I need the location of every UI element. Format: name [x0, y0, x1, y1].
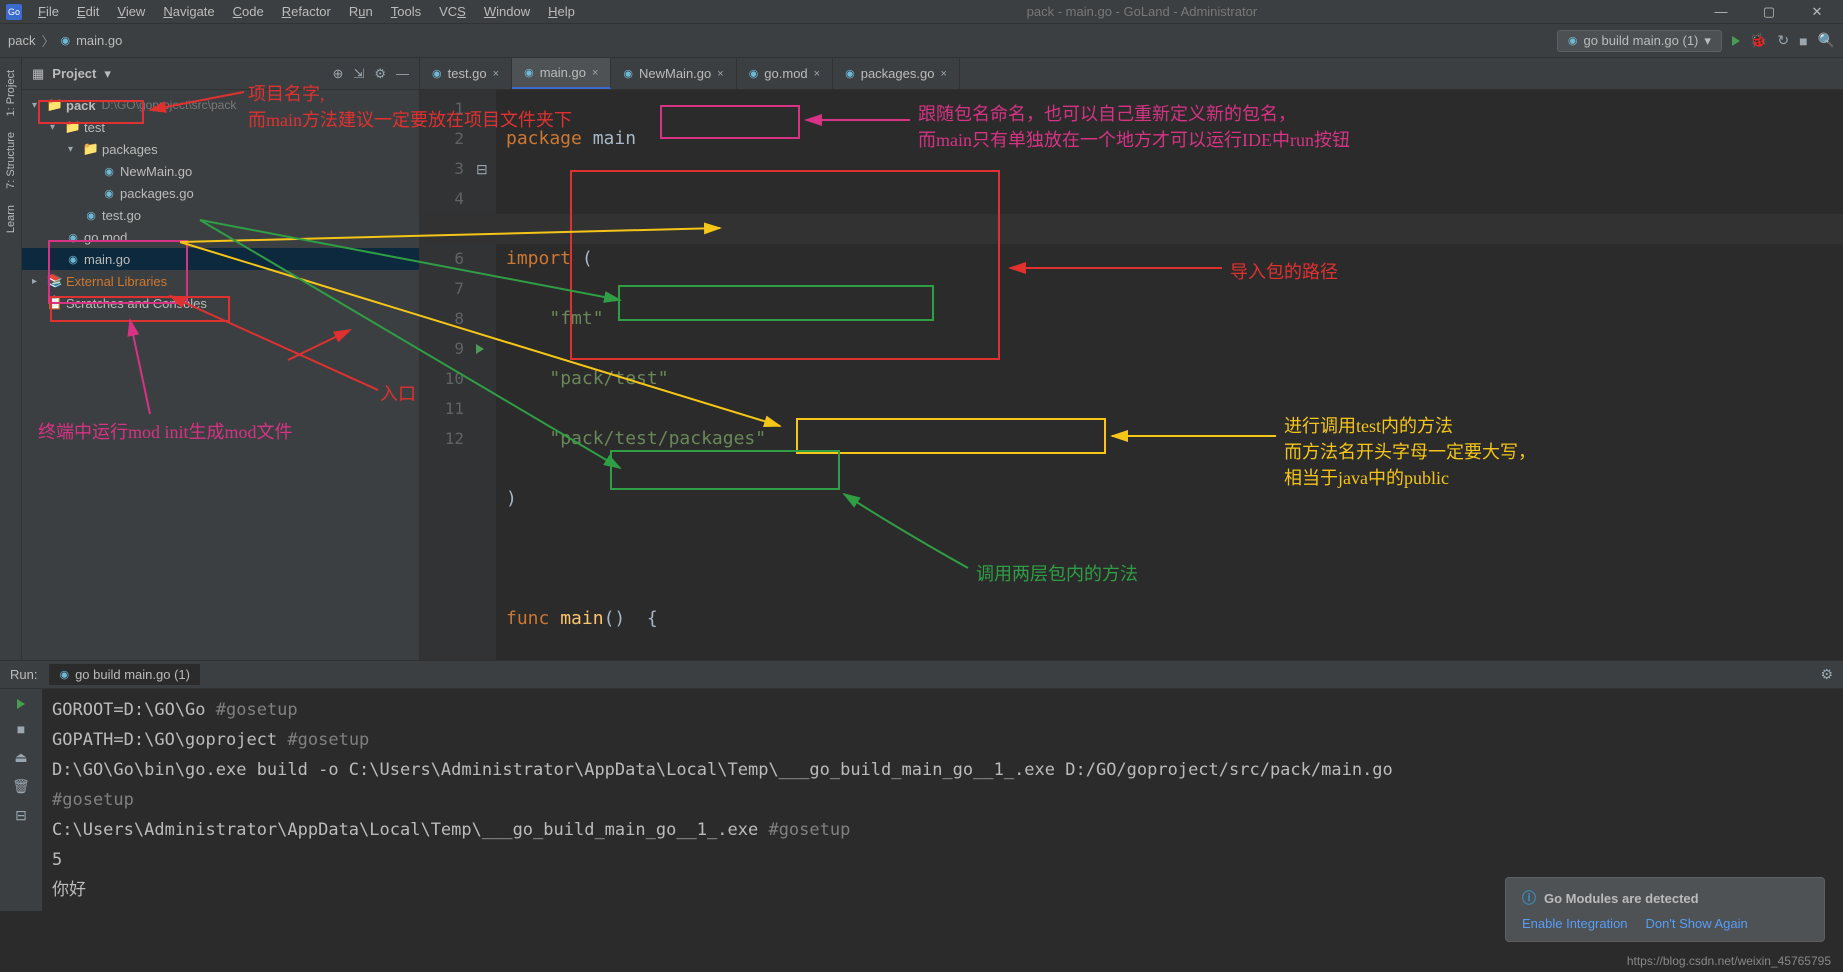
- menu-view[interactable]: View: [109, 2, 153, 21]
- close-icon[interactable]: ×: [592, 67, 598, 79]
- close-icon[interactable]: ×: [814, 68, 820, 80]
- rail-learn[interactable]: Learn: [5, 197, 17, 241]
- notification-popup: ⓘ Go Modules are detected Enable Integrat…: [1505, 877, 1825, 942]
- menu-vcs[interactable]: VCS: [431, 2, 474, 21]
- tab-maingo[interactable]: ◉main.go×: [512, 58, 611, 89]
- tree-folder-test[interactable]: ▾📁 test: [22, 116, 419, 138]
- tree-file-testgo[interactable]: ◉ test.go: [22, 204, 419, 226]
- expand-all-icon[interactable]: ⇲: [353, 66, 364, 82]
- run-button[interactable]: [1732, 36, 1740, 46]
- info-icon: ⓘ: [1522, 888, 1536, 908]
- menu-file[interactable]: File: [30, 2, 67, 21]
- rail-structure[interactable]: 7: Structure: [5, 124, 17, 197]
- menu-run[interactable]: Run: [341, 2, 381, 21]
- run-config-selector[interactable]: ◉ go build main.go (1) ▾: [1557, 30, 1722, 52]
- settings-gear-icon[interactable]: ⚙: [1820, 666, 1833, 682]
- breadcrumb: pack 〉 ◉ main.go: [8, 31, 122, 50]
- window-controls: — ▢ ✕: [1701, 4, 1837, 20]
- breadcrumb-file[interactable]: main.go: [76, 33, 122, 48]
- tree-scratches[interactable]: 📋 Scratches and Consoles: [22, 292, 419, 314]
- tab-newmaingo[interactable]: ◉NewMain.go×: [611, 58, 736, 89]
- layout-button[interactable]: ⊟: [15, 807, 27, 824]
- menu-navigate[interactable]: Navigate: [155, 2, 222, 21]
- run-side-toolbar: ■ ⏏ 🗑 ⊟: [0, 689, 42, 911]
- window-title: pack - main.go - GoLand - Administrator: [585, 4, 1699, 19]
- exit-button[interactable]: ⏏: [14, 749, 27, 766]
- rail-project[interactable]: 1: Project: [5, 62, 17, 124]
- go-file-icon: ◉: [1568, 34, 1578, 47]
- close-icon[interactable]: ×: [940, 68, 946, 80]
- titlebar: Go File Edit View Navigate Code Refactor…: [0, 0, 1843, 24]
- tree-file-packagesgo[interactable]: ◉ packages.go: [22, 182, 419, 204]
- left-tool-rail: 1: Project 7: Structure Learn: [0, 58, 22, 660]
- close-icon[interactable]: ×: [493, 68, 499, 80]
- search-button[interactable]: 🔍: [1818, 32, 1835, 49]
- close-icon[interactable]: ×: [717, 68, 723, 80]
- line-gutter: 123 456 789 101112: [420, 90, 476, 660]
- run-config-label: go build main.go (1): [1583, 33, 1698, 48]
- tree-folder-packages[interactable]: ▾📁 packages: [22, 138, 419, 160]
- gutter-marks: ⊟: [476, 90, 496, 660]
- breadcrumb-sep-icon: 〉: [41, 31, 54, 50]
- menu-code[interactable]: Code: [225, 2, 272, 21]
- settings-gear-icon[interactable]: ⚙: [374, 66, 386, 82]
- menu-tools[interactable]: Tools: [383, 2, 429, 21]
- chevron-down-icon[interactable]: ▾: [104, 66, 111, 82]
- go-file-icon: ◉: [60, 34, 70, 47]
- menu-refactor[interactable]: Refactor: [274, 2, 339, 21]
- code-editor[interactable]: 123 456 789 101112 ⊟ package main import…: [420, 90, 1843, 660]
- project-tab-title[interactable]: Project: [52, 66, 96, 81]
- tab-packagesgo[interactable]: ◉packages.go×: [833, 58, 960, 89]
- code-content[interactable]: package main import ( "fmt" "pack/test" …: [496, 90, 1843, 660]
- editor-tabs: ◉test.go× ◉main.go× ◉NewMain.go× ◉go.mod…: [420, 58, 1843, 90]
- editor-area: ◉test.go× ◉main.go× ◉NewMain.go× ◉go.mod…: [420, 58, 1843, 660]
- run-coverage-button[interactable]: ↻: [1777, 32, 1789, 49]
- select-opened-file-icon[interactable]: ⊕: [333, 66, 344, 82]
- run-panel-label: Run:: [10, 667, 37, 682]
- chevron-down-icon: ▾: [1704, 33, 1711, 49]
- stop-button[interactable]: ■: [17, 721, 25, 737]
- breadcrumb-root[interactable]: pack: [8, 33, 35, 48]
- run-tab[interactable]: ◉ go build main.go (1): [49, 664, 200, 685]
- notif-enable-link[interactable]: Enable Integration: [1522, 916, 1628, 931]
- rerun-button[interactable]: [17, 699, 25, 709]
- tree-file-maingo[interactable]: ◉ main.go: [22, 248, 419, 270]
- navbar: pack 〉 ◉ main.go ◉ go build main.go (1) …: [0, 24, 1843, 58]
- app-logo-icon: Go: [6, 4, 22, 20]
- watermark-footer: https://blog.csdn.net/weixin_45765795: [1627, 954, 1831, 968]
- menu-window[interactable]: Window: [476, 2, 538, 21]
- close-button[interactable]: ✕: [1797, 4, 1837, 20]
- gutter-run-icon[interactable]: [476, 344, 484, 354]
- debug-button[interactable]: 🐞: [1750, 32, 1767, 49]
- project-tab-icon: ▦: [32, 66, 44, 82]
- go-file-icon: ◉: [59, 668, 69, 681]
- notif-dismiss-link[interactable]: Don't Show Again: [1646, 916, 1748, 931]
- maximize-button[interactable]: ▢: [1749, 4, 1789, 20]
- tree-root-pack[interactable]: ▾📁 pack D:\GO\goproject\src\pack: [22, 94, 419, 116]
- hide-button[interactable]: —: [396, 66, 409, 82]
- minimize-button[interactable]: —: [1701, 4, 1741, 20]
- run-tool-window: Run: ◉ go build main.go (1) ⚙ ■ ⏏ 🗑 ⊟ GO…: [0, 660, 1843, 911]
- menu-edit[interactable]: Edit: [69, 2, 107, 21]
- menu-help[interactable]: Help: [540, 2, 583, 21]
- notif-title-text: Go Modules are detected: [1544, 891, 1699, 906]
- project-tool-window: ▦ Project ▾ ⊕ ⇲ ⚙ — ▾📁 pack D:\GO\goproj…: [22, 58, 420, 660]
- tab-testgo[interactable]: ◉test.go×: [420, 58, 512, 89]
- tree-file-newmain[interactable]: ◉ NewMain.go: [22, 160, 419, 182]
- trash-button[interactable]: 🗑: [12, 778, 30, 795]
- tree-file-gomod[interactable]: ◉ go.mod: [22, 226, 419, 248]
- tree-external-libraries[interactable]: ▸📚 External Libraries: [22, 270, 419, 292]
- project-tree[interactable]: ▾📁 pack D:\GO\goproject\src\pack ▾📁 test…: [22, 90, 419, 318]
- stop-button[interactable]: ■: [1799, 33, 1807, 49]
- tab-gomod[interactable]: ◉go.mod×: [737, 58, 833, 89]
